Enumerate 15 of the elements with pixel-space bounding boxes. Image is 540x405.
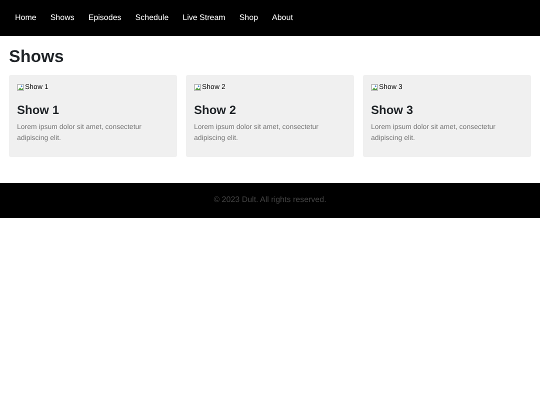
broken-image-icon [194,84,201,92]
show-title: Show 3 [371,104,414,118]
nav-link[interactable]: Episodes [88,12,122,24]
nav-link[interactable]: Schedule [135,12,169,24]
nav-link[interactable]: About [272,12,293,24]
copyright-text: © 2023 Dult. All rights reserved. [214,194,326,206]
show-title: Show 2 [194,104,238,118]
nav-link[interactable]: Home [15,12,36,24]
show-title: Show 1 [17,104,60,118]
nav-link[interactable]: Shop [239,12,258,24]
page-heading: Shows [9,48,65,67]
nav-link[interactable]: Shows [50,12,74,24]
broken-image-icon [371,84,378,92]
nav-link[interactable]: Live Stream [182,12,226,24]
broken-image-icon [17,84,24,92]
